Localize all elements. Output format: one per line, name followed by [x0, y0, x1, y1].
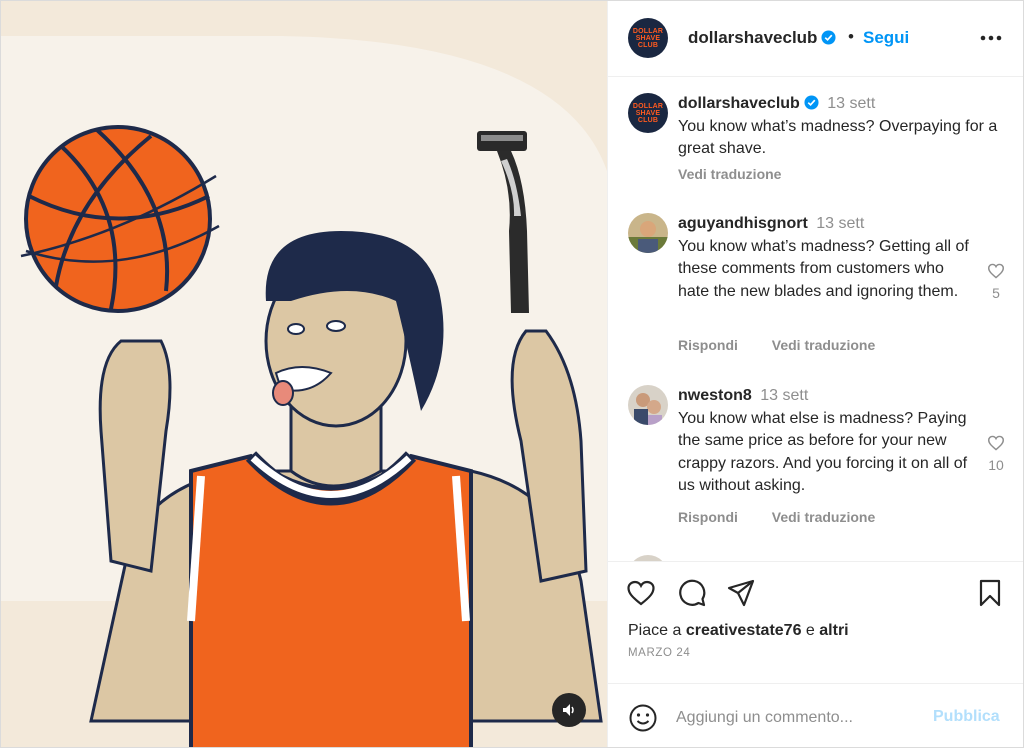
verified-badge-icon [821, 30, 836, 45]
see-translation-link[interactable]: Vedi traduzione [678, 166, 781, 182]
avatar-photo [628, 213, 668, 253]
comment-like: 10 [984, 435, 1008, 473]
post-sidebar: DOLLAR SHAVE CLUB dollarshaveclub • Segu… [607, 1, 1023, 747]
comments-list[interactable]: DOLLAR SHAVE CLUB dollarshaveclub 13 set… [608, 77, 1023, 561]
likes-summary: Piace a creativestate76 e altri [628, 622, 849, 640]
comment-timestamp[interactable]: 13 sett [816, 215, 864, 232]
comment-text: You know what else is madness? Paying th… [678, 409, 968, 495]
likes-others-link[interactable]: altri [819, 622, 848, 639]
comment-text-block: aguyandhisgnort 13 sett You know what’s … [678, 213, 978, 303]
caption-text-block: dollarshaveclub 13 sett You know what’s … [678, 93, 1008, 161]
more-horizontal-icon[interactable] [978, 25, 1004, 51]
logo-text-line: CLUB [637, 41, 659, 49]
comment-meta: Rispondi Vedi traduzione [678, 509, 905, 525]
follow-button[interactable]: Segui [863, 28, 909, 48]
logo-text-line: DOLLAR [632, 102, 664, 110]
emoji-icon[interactable] [628, 703, 658, 733]
author-username-text: dollarshaveclub [688, 28, 818, 47]
reply-link[interactable]: Rispondi [678, 509, 738, 525]
comment-icon[interactable] [677, 578, 707, 608]
commenter-avatar[interactable] [628, 385, 668, 425]
player-body [89, 451, 603, 747]
comment-like-count: 5 [992, 285, 1000, 301]
author-avatar[interactable]: DOLLAR SHAVE CLUB [628, 18, 668, 58]
logo-text-line: CLUB [637, 116, 659, 124]
post-date[interactable]: MARZO 24 [628, 647, 690, 659]
avatar-photo [628, 385, 668, 425]
caption-username[interactable]: dollarshaveclub [678, 95, 800, 112]
header-separator: • [848, 27, 854, 46]
illustration-basketball-player [1, 36, 607, 747]
comment-meta: Rispondi Vedi traduzione [678, 337, 905, 353]
comment-item: aguyandhisgnort 13 sett You know what’s … [628, 213, 1008, 363]
heart-icon[interactable] [987, 435, 1005, 451]
verified-badge-icon [804, 95, 819, 110]
comment-like: 5 [984, 263, 1008, 301]
heart-icon[interactable] [626, 578, 656, 608]
comment-timestamp[interactable]: 13 sett [760, 387, 808, 404]
volume-icon [563, 704, 574, 716]
commenter-avatar[interactable] [628, 213, 668, 253]
bookmark-icon[interactable] [975, 578, 1005, 608]
comment-username[interactable]: nweston8 [678, 387, 752, 404]
mute-button[interactable] [552, 693, 586, 727]
post-actions: Piace a creativestate76 e altri MARZO 24… [608, 561, 1023, 747]
publish-button[interactable]: Pubblica [933, 708, 1000, 726]
logo-text-line: DOLLAR [632, 27, 664, 35]
liker-username[interactable]: creativestate76 [686, 622, 802, 639]
heart-icon[interactable] [987, 263, 1005, 279]
comment-text-block: nweston8 13 sett You know what else is m… [678, 385, 978, 498]
comment-text: You know what’s madness? Getting all of … [678, 237, 969, 300]
logo-text-line: SHAVE [635, 109, 661, 117]
comment-like-count: 10 [988, 457, 1004, 473]
likes-joiner: e [805, 622, 815, 639]
likes-prefix: Piace a [628, 622, 682, 639]
caption-text: You know what’s madness? Overpaying for … [678, 117, 998, 158]
instagram-post-window: DOLLAR SHAVE CLUB dollarshaveclub • Segu… [0, 0, 1024, 748]
see-translation-link[interactable]: Vedi traduzione [772, 509, 875, 525]
caption-meta: Vedi traduzione [678, 166, 811, 182]
comment-input[interactable] [676, 706, 916, 730]
logo-text-line: SHAVE [635, 34, 661, 42]
post-caption: DOLLAR SHAVE CLUB dollarshaveclub 13 set… [628, 93, 1008, 203]
caption-timestamp[interactable]: 13 sett [827, 95, 875, 112]
author-username[interactable]: dollarshaveclub [688, 28, 836, 48]
comment-item: nweston8 13 sett You know what else is m… [628, 385, 1008, 535]
add-comment-bar: Pubblica [608, 683, 1023, 747]
caption-avatar[interactable]: DOLLAR SHAVE CLUB [628, 93, 668, 133]
share-icon[interactable] [726, 578, 756, 608]
post-header: DOLLAR SHAVE CLUB dollarshaveclub • Segu… [608, 1, 1023, 77]
reply-link[interactable]: Rispondi [678, 337, 738, 353]
comment-username[interactable]: aguyandhisgnort [678, 215, 808, 232]
see-translation-link[interactable]: Vedi traduzione [772, 337, 875, 353]
post-media[interactable] [1, 1, 607, 747]
